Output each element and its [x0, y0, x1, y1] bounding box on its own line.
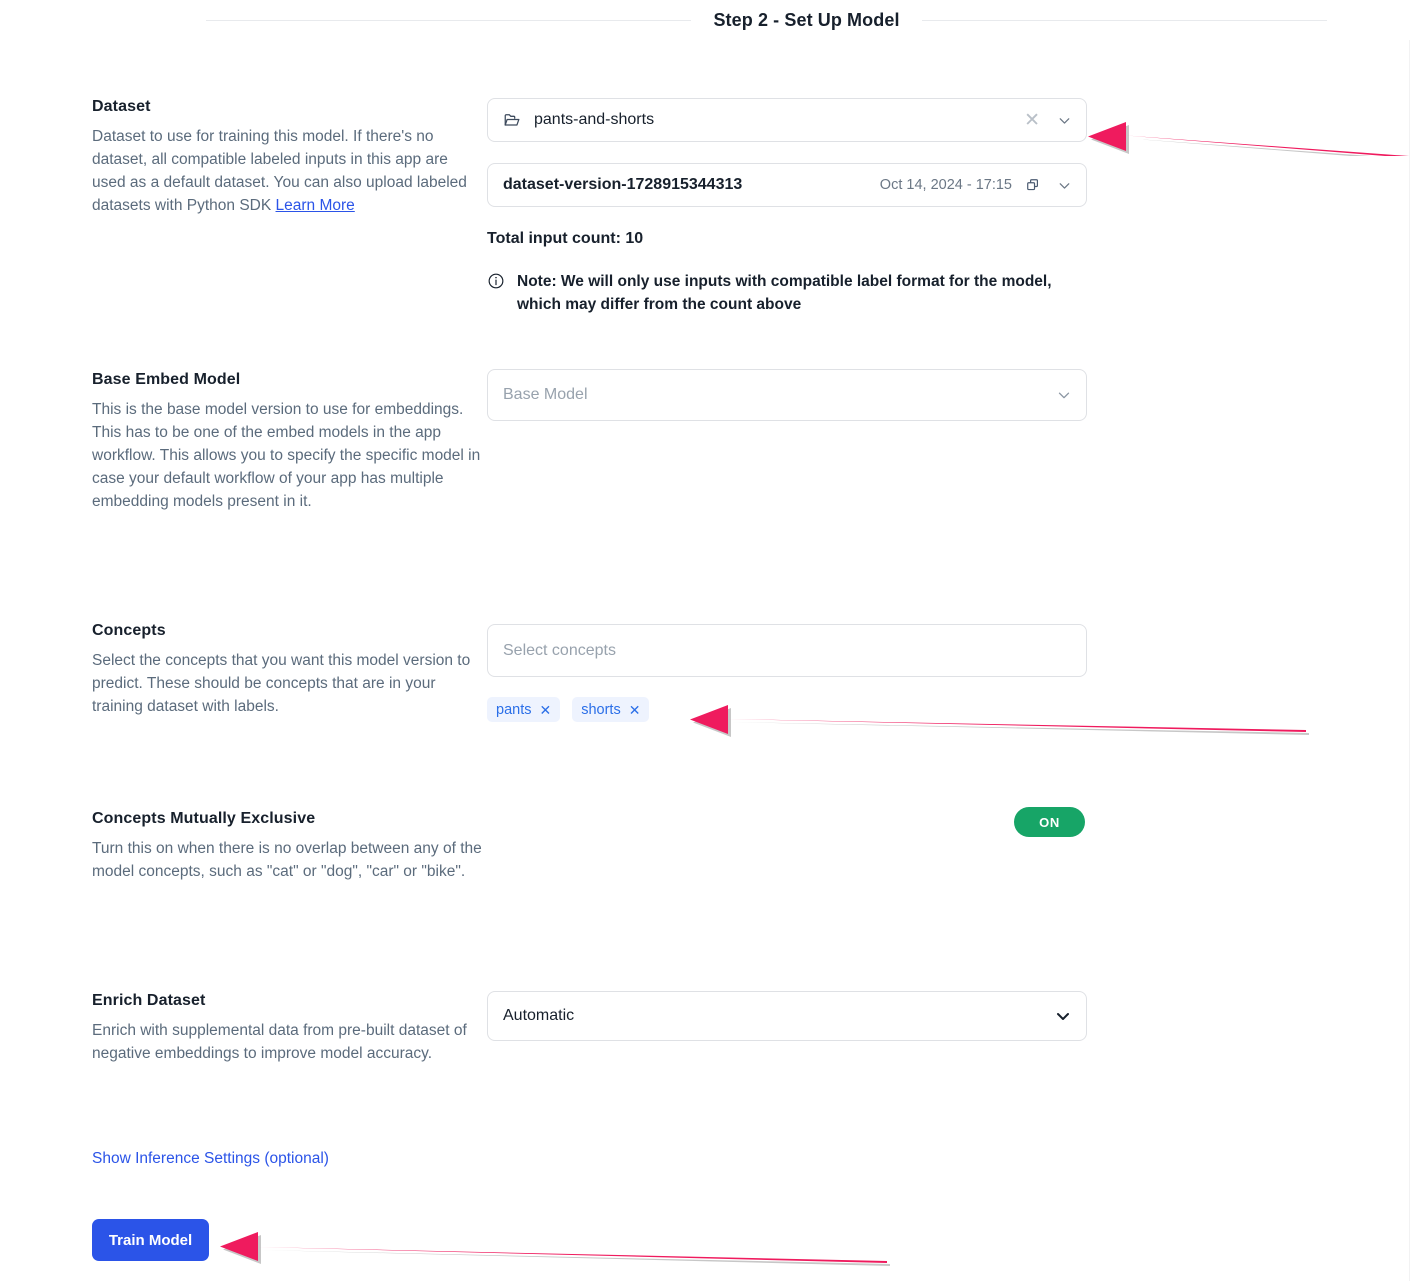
enrich-dataset-description: Enrich with supplemental data from pre-b…: [92, 1022, 467, 1062]
enrich-dataset-label: Enrich Dataset: [92, 992, 206, 1009]
folder-open-icon: [503, 111, 521, 129]
dataset-select[interactable]: pants-and-shorts ✕: [487, 98, 1087, 142]
concept-chip-remove-icon[interactable]: ✕: [629, 703, 641, 717]
concept-chip[interactable]: shorts ✕: [572, 697, 650, 722]
concept-chip[interactable]: pants ✕: [487, 697, 561, 722]
concepts-label: Concepts: [92, 622, 166, 639]
enrich-dataset-chevron-down-icon[interactable]: [1053, 1006, 1073, 1026]
concepts-mutually-exclusive-label: Concepts Mutually Exclusive: [92, 810, 316, 827]
concept-chip-label: pants: [496, 701, 532, 718]
concept-chip-list: pants ✕ shorts ✕: [487, 697, 1087, 722]
dataset-version-select[interactable]: dataset-version-1728915344313 Oct 14, 20…: [487, 163, 1087, 207]
compatible-label-note: Note: We will only use inputs with compa…: [487, 270, 1072, 316]
dataset-chevron-down-icon[interactable]: [1056, 112, 1073, 129]
toggle-label: ON: [1039, 814, 1060, 830]
total-input-count: Total input count: 10: [487, 230, 644, 247]
header-divider-left: [206, 19, 692, 21]
dataset-section-controls: pants-and-shorts ✕ dataset-version-17289…: [487, 98, 1087, 316]
dataset-learn-more-link[interactable]: Learn More: [276, 197, 355, 214]
setup-model-form: Dataset Dataset to use for training this…: [0, 40, 1410, 1281]
step-header: Step 2 - Set Up Model: [0, 0, 1423, 40]
dataset-description: Dataset to use for training this model. …: [92, 125, 482, 217]
base-model-chevron-down-icon[interactable]: [1055, 386, 1073, 404]
dataset-clear-icon[interactable]: ✕: [1024, 111, 1040, 130]
dataset-version-chevron-down-icon[interactable]: [1056, 177, 1073, 194]
base-embed-model-controls: Base Model: [487, 369, 1087, 421]
enrich-dataset-controls: Automatic: [487, 991, 1087, 1041]
base-embed-model-label: Base Embed Model: [92, 371, 241, 388]
concepts-mutually-exclusive-info: Concepts Mutually Exclusive Turn this on…: [92, 810, 482, 883]
dataset-version-date: Oct 14, 2024 - 17:15: [879, 177, 1012, 193]
page-title: Step 2 - Set Up Model: [713, 9, 900, 30]
dataset-section-info: Dataset Dataset to use for training this…: [92, 98, 482, 217]
info-circle-icon: [487, 272, 505, 295]
concepts-select[interactable]: Select concepts: [487, 624, 1087, 677]
enrich-dataset-select[interactable]: Automatic: [487, 991, 1087, 1041]
concepts-description: Select the concepts that you want this m…: [92, 652, 471, 715]
dataset-label: Dataset: [92, 98, 151, 115]
base-embed-model-description: This is the base model version to use fo…: [92, 401, 481, 510]
enrich-dataset-select-value: Automatic: [503, 1007, 575, 1024]
concept-chip-label: shorts: [581, 701, 621, 718]
concepts-controls: Select concepts pants ✕ shorts ✕: [487, 624, 1087, 722]
concepts-mutually-exclusive-description: Turn this on when there is no overlap be…: [92, 840, 482, 880]
show-inference-settings-link[interactable]: Show Inference Settings (optional): [92, 1150, 329, 1168]
enrich-dataset-info: Enrich Dataset Enrich with supplemental …: [92, 992, 482, 1065]
concepts-mutually-exclusive-toggle[interactable]: ON: [1014, 807, 1085, 837]
header-divider-right: [921, 19, 1327, 21]
concepts-section-info: Concepts Select the concepts that you wa…: [92, 622, 482, 718]
base-model-select[interactable]: Base Model: [487, 369, 1087, 421]
dataset-select-value: pants-and-shorts: [534, 111, 655, 128]
base-embed-model-section-info: Base Embed Model This is the base model …: [92, 371, 482, 513]
copy-icon[interactable]: [1025, 177, 1042, 194]
concept-chip-remove-icon[interactable]: ✕: [539, 703, 551, 717]
dataset-version-value: dataset-version-1728915344313: [503, 176, 743, 193]
train-model-button[interactable]: Train Model: [92, 1219, 209, 1261]
concepts-select-placeholder: Select concepts: [503, 641, 616, 659]
note-text: Note: We will only use inputs with compa…: [517, 273, 1052, 313]
base-model-select-placeholder: Base Model: [503, 386, 588, 403]
